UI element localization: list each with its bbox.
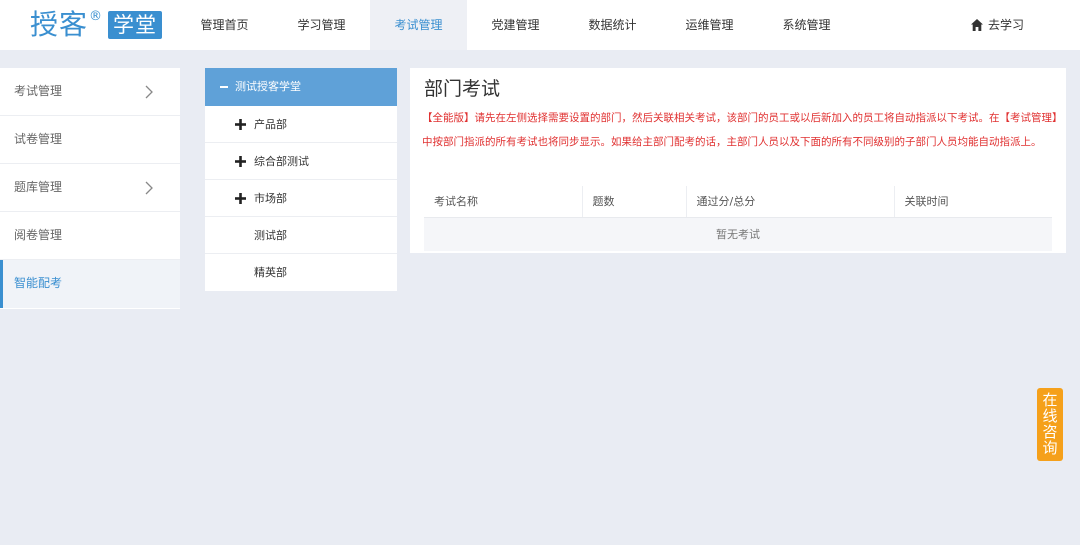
consult-char: 在 xyxy=(1042,391,1058,409)
sidebar-item-label: 试卷管理 xyxy=(14,132,63,146)
sidebar-item-grading[interactable]: 阅卷管理 xyxy=(0,212,180,260)
tree-node[interactable]: 综合部测试 xyxy=(205,143,397,180)
nav-item-party[interactable]: 党建管理 xyxy=(467,0,564,50)
sidebar-item-label: 考试管理 xyxy=(14,84,63,98)
main-nav: 管理首页 学习管理 考试管理 党建管理 数据统计 运维管理 系统管理 xyxy=(176,0,855,50)
tree-node[interactable]: 精英部 xyxy=(205,254,397,291)
tree-node-label: 综合部测试 xyxy=(254,155,309,168)
chevron-right-icon xyxy=(145,181,153,195)
sidebar-item-label: 智能配考 xyxy=(14,276,63,290)
table-row: 暂无考试 xyxy=(424,217,1052,251)
department-exam-panel: 部门考试 【全能版】请先在左侧选择需要设置的部门，然后关联相关考试，该部门的员工… xyxy=(410,68,1066,253)
tree-node-label: 测试部 xyxy=(254,229,287,242)
column-header-exam-name: 考试名称 xyxy=(424,186,583,218)
tree-node[interactable]: 测试部 xyxy=(205,217,397,254)
table-header-row: 考试名称 题数 通过分/总分 关联时间 xyxy=(424,186,1052,218)
top-bar: 授客 ® 学堂 管理首页 学习管理 考试管理 党建管理 数据统计 运维管理 系统… xyxy=(0,0,1080,50)
sidebar-item-paper-management[interactable]: 试卷管理 xyxy=(0,116,180,164)
go-study-label: 去学习 xyxy=(988,18,1025,32)
logo[interactable]: 授客 ® 学堂 xyxy=(30,6,163,44)
empty-state-text: 暂无考试 xyxy=(424,217,1052,251)
go-study-link[interactable]: 去学习 xyxy=(970,0,1024,50)
sidebar-item-label: 阅卷管理 xyxy=(14,228,63,242)
page-title: 部门考试 xyxy=(424,78,501,100)
sidebar-item-label: 题库管理 xyxy=(14,180,63,194)
tree-node[interactable]: 市场部 xyxy=(205,180,397,217)
tree-node[interactable]: 产品部 xyxy=(205,106,397,143)
chevron-right-icon xyxy=(145,85,153,99)
consult-char: 询 xyxy=(1042,439,1058,457)
logo-registered-mark: ® xyxy=(89,8,103,24)
nav-item-learning[interactable]: 学习管理 xyxy=(273,0,370,50)
tree-node-label: 精英部 xyxy=(254,266,287,279)
notice-text: 【全能版】请先在左侧选择需要设置的部门，然后关联相关考试，该部门的员工或以后新加… xyxy=(422,112,1063,148)
plus-icon[interactable] xyxy=(235,119,246,130)
home-icon xyxy=(971,19,983,31)
logo-badge: 学堂 xyxy=(108,11,163,39)
nav-item-home[interactable]: 管理首页 xyxy=(176,0,273,50)
nav-item-operations[interactable]: 运维管理 xyxy=(661,0,758,50)
sidebar-item-question-bank[interactable]: 题库管理 xyxy=(0,164,180,212)
column-header-question-count: 题数 xyxy=(582,186,687,218)
column-header-linked-time: 关联时间 xyxy=(894,186,1052,218)
sidebar-item-smart-assign[interactable]: 智能配考 xyxy=(0,260,180,308)
department-tree: 测试授客学堂 产品部 综合部测试 市场部 测试部 精英部 xyxy=(205,68,397,291)
plus-icon[interactable] xyxy=(235,156,246,167)
tree-root-label: 测试授客学堂 xyxy=(235,80,301,93)
tree-node-label: 产品部 xyxy=(254,118,287,131)
nav-item-statistics[interactable]: 数据统计 xyxy=(564,0,661,50)
nav-item-system[interactable]: 系统管理 xyxy=(758,0,855,50)
exam-table: 考试名称 题数 通过分/总分 关联时间 暂无考试 xyxy=(424,186,1052,251)
column-header-pass-total: 通过分/总分 xyxy=(686,186,895,218)
sidebar: 考试管理 试卷管理 题库管理 阅卷管理 智能配考 xyxy=(0,68,180,309)
minus-icon[interactable] xyxy=(220,86,228,88)
tree-node-label: 市场部 xyxy=(254,192,287,205)
nav-item-exam[interactable]: 考试管理 xyxy=(370,0,467,50)
sidebar-item-exam-management[interactable]: 考试管理 xyxy=(0,68,180,116)
online-consult-button[interactable]: 在 线 咨 询 xyxy=(1037,388,1063,461)
tree-root[interactable]: 测试授客学堂 xyxy=(205,68,397,106)
plus-icon[interactable] xyxy=(235,193,246,204)
consult-char: 线 xyxy=(1042,407,1058,425)
consult-char: 咨 xyxy=(1042,423,1058,441)
logo-text: 授客 xyxy=(30,8,89,41)
